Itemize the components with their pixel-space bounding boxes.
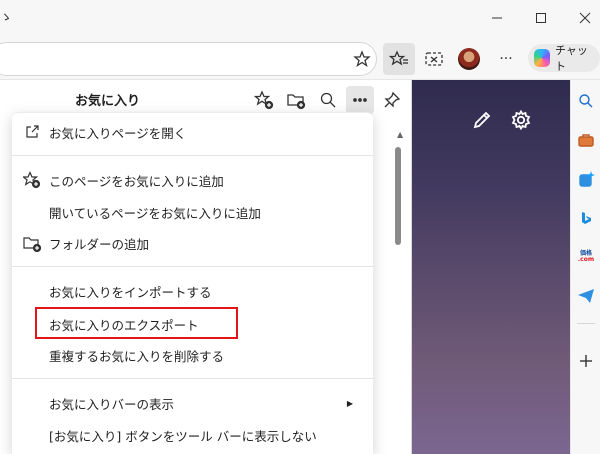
edge-sidebar: 価格 .com xyxy=(570,80,600,454)
minimize-button[interactable] xyxy=(474,4,520,32)
favorites-title: お気に入り xyxy=(75,94,141,109)
pin-icon xyxy=(384,91,401,108)
open-external-icon xyxy=(23,123,41,141)
folder-add-icon xyxy=(23,234,41,252)
kakaku-logo-sub: .com xyxy=(577,256,595,263)
address-bar[interactable] xyxy=(0,42,377,76)
close-icon xyxy=(579,12,591,24)
sidebar-separator xyxy=(577,323,595,324)
scrollbar-thumb[interactable] xyxy=(395,147,401,245)
favorites-star-list-icon xyxy=(389,50,408,66)
menu-item-add-this-page[interactable]: このページをお気に入りに追加 xyxy=(12,165,373,195)
sidebar-bing-button[interactable] xyxy=(575,207,597,229)
menu-item-show-favorites-bar[interactable]: お気に入りバーの表示 ▶ xyxy=(12,388,373,418)
close-button[interactable] xyxy=(562,4,600,32)
gear-icon[interactable] xyxy=(509,108,533,132)
pin-favorites-button[interactable] xyxy=(378,86,406,114)
search-favorites-button[interactable] xyxy=(314,86,342,114)
scroll-up-arrow[interactable]: ▲ xyxy=(397,130,403,139)
copilot-icon xyxy=(534,49,550,67)
bing-icon xyxy=(582,212,591,224)
sidebar-shopping-button[interactable] xyxy=(575,129,597,151)
panel-divider xyxy=(411,80,412,454)
menu-separator xyxy=(12,378,373,379)
screenshot-icon xyxy=(425,52,443,66)
search-icon xyxy=(579,94,593,108)
favorites-more-menu: お気に入りページを開く このページをお気に入りに追加 開いているページをお気に入… xyxy=(12,112,373,454)
minimize-icon xyxy=(492,17,502,19)
menu-separator xyxy=(12,266,373,267)
sidebar-search-button[interactable] xyxy=(575,90,597,112)
copilot-label: チャット xyxy=(555,44,588,73)
add-this-page-button[interactable] xyxy=(250,86,278,114)
sparkle-puzzle-icon xyxy=(579,171,595,187)
tab-fragment: ゝ xyxy=(0,10,13,24)
add-favorite-star-button[interactable] xyxy=(346,43,378,75)
search-icon xyxy=(320,92,336,108)
star-add-icon xyxy=(254,90,274,110)
send-arrow-icon xyxy=(578,289,594,303)
plus-icon xyxy=(580,355,592,367)
menu-item-import-favorites[interactable]: お気に入りをインポートする xyxy=(12,276,373,306)
menu-item-open-favorites-page[interactable]: お気に入りページを開く xyxy=(12,117,373,147)
sidebar-tools-button[interactable] xyxy=(575,168,597,190)
star-add-icon xyxy=(23,171,41,189)
menu-separator xyxy=(12,155,373,156)
screenshot-button[interactable] xyxy=(418,43,450,75)
star-icon xyxy=(353,50,371,68)
profile-button[interactable] xyxy=(453,43,485,75)
menu-item-add-open-pages[interactable]: 開いているページをお気に入りに追加 xyxy=(12,197,373,227)
menu-item-add-folder[interactable]: フォルダーの追加 xyxy=(12,228,373,258)
briefcase-icon xyxy=(578,134,594,147)
more-options-button[interactable] xyxy=(346,86,374,114)
sidebar-telegram-button[interactable] xyxy=(575,285,597,307)
settings-more-button[interactable]: ··· xyxy=(490,43,522,75)
browser-toolbar: ··· チャット xyxy=(0,38,600,80)
page-background xyxy=(412,80,570,454)
sidebar-kakaku-button[interactable]: 価格 .com xyxy=(575,246,597,268)
highlight-annotation xyxy=(35,307,238,339)
maximize-icon xyxy=(536,13,546,23)
title-bar: ゝ xyxy=(0,0,600,38)
edit-pencil-icon[interactable] xyxy=(470,108,494,132)
sidebar-add-button[interactable] xyxy=(575,350,597,372)
submenu-arrow-icon: ▶ xyxy=(346,398,353,408)
menu-item-remove-duplicates[interactable]: 重複するお気に入りを削除する xyxy=(12,340,373,370)
maximize-button[interactable] xyxy=(518,4,564,32)
folder-add-icon xyxy=(287,94,306,110)
menu-item-hide-favorites-button[interactable]: [お気に入り] ボタンをツール バーに表示しない xyxy=(12,420,373,450)
favorites-button[interactable] xyxy=(383,43,415,75)
copilot-chat-button[interactable]: チャット xyxy=(528,44,600,73)
avatar xyxy=(458,48,480,70)
add-folder-button[interactable] xyxy=(282,86,310,114)
more-dots-icon xyxy=(353,98,367,102)
